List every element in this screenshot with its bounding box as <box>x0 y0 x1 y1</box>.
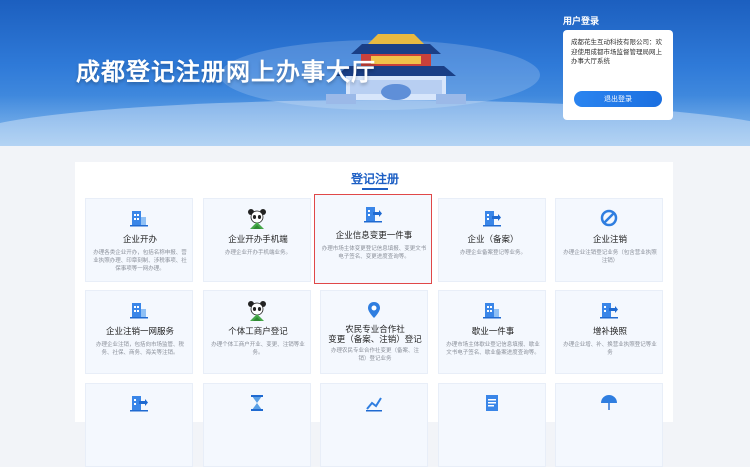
service-card-description: 办理市场主体歇业登记信息填报、歇业文书电子签名、歇业备案进度查询等。 <box>446 342 540 356</box>
building-icon <box>439 300 545 322</box>
login-box: 成都花生互动科技有限公司：欢迎使用成都市场监督管理局网上办事大厅系统 退出登录 <box>563 30 673 120</box>
service-card[interactable] <box>555 383 663 467</box>
service-card-description: 办理企业注销，包括向市场监管、税务、社保、商务、海关等注销。 <box>95 342 184 356</box>
welcome-message: 成都花生互动科技有限公司：欢迎使用成都市场监督管理局网上办事大厅系统 <box>571 38 662 65</box>
service-card-title: 农民专业合作社 变更（备案、注销）登记 <box>328 325 422 345</box>
panda-icon <box>204 208 310 230</box>
service-card-description: 办理农民专业合作社变更（备案、注销）登记业务 <box>330 348 419 362</box>
service-card-description: 办理个体工商户开业、变更、注销等业务。 <box>211 342 305 356</box>
hourglass-icon <box>204 393 310 415</box>
service-card-title: 企业（备案） <box>467 235 519 245</box>
service-card-description: 办理企业备案登记等业务。 <box>459 250 526 256</box>
service-card[interactable]: 农民专业合作社 变更（备案、注销）登记办理农民专业合作社变更（备案、注销）登记业… <box>320 290 428 374</box>
service-card-title: 增补换照 <box>592 327 627 337</box>
service-card-title: 企业注销一网服务 <box>105 327 174 337</box>
service-card[interactable]: 企业（备案） 办理企业备案登记等业务。 <box>438 198 546 282</box>
service-card-description: 办理各类企业开办，包括名称申报、营业执照办理、印章刻制、涉税事项、社保事项等一网… <box>93 250 187 272</box>
login-title: 用户登录 <box>563 17 600 27</box>
service-card[interactable]: 企业开办手机端办理企业开办手机端业务。 <box>203 198 311 282</box>
service-card[interactable]: 个体工商户登记办理个体工商户开业、变更、注销等业务。 <box>203 290 311 374</box>
pin-icon <box>321 300 427 322</box>
service-card[interactable]: 歇业一件事办理市场主体歇业登记信息填报、歇业文书电子签名、歇业备案进度查询等。 <box>438 290 546 374</box>
service-card[interactable]: 企业信息变更一件事办理市场主体变更登记信息填报、变更文书电子签名、变更进度查询等… <box>314 194 432 284</box>
service-card-title: 企业开办 <box>122 235 157 245</box>
prohibit-icon <box>556 208 662 230</box>
service-card[interactable] <box>203 383 311 467</box>
service-card[interactable]: 企业开办办理各类企业开办，包括名称申报、营业执照办理、印章刻制、涉税事项、社保事… <box>85 198 193 282</box>
service-card[interactable]: 增补换照办理企业增、补、换营业执照登记等业务 <box>555 290 663 374</box>
service-card-description: 办理企业注销登记业务（包含营业执照注销） <box>563 250 657 264</box>
service-card-title: 企业注销 <box>592 235 627 245</box>
building-icon <box>86 208 192 230</box>
service-card-title: 企业开办手机端 <box>228 235 288 245</box>
service-card-title: 歇业一件事 <box>471 327 515 337</box>
page-title: 成都登记注册网上办事大厅 <box>76 58 376 86</box>
service-card-description: 办理企业增、补、换营业执照登记等业务 <box>563 342 657 356</box>
building-icon <box>86 300 192 322</box>
service-card-title: 个体工商户登记 <box>228 327 288 337</box>
logout-button[interactable]: 退出登录 <box>574 91 662 107</box>
building-arrow-icon <box>86 393 192 415</box>
panda-icon <box>204 300 310 322</box>
section-underline <box>362 188 388 190</box>
building-arrow-icon <box>556 300 662 322</box>
service-card-title: 企业信息变更一件事 <box>335 231 413 241</box>
service-card[interactable] <box>438 383 546 467</box>
service-card-description: 办理市场主体变更登记信息填报、变更文书电子签名、变更进度查询等。 <box>321 246 427 260</box>
service-card-description: 办理企业开办手机端业务。 <box>224 250 291 256</box>
service-card[interactable] <box>85 383 193 467</box>
chart-icon <box>321 393 427 415</box>
document-icon <box>439 393 545 415</box>
building-arrow-icon <box>439 208 545 230</box>
section-title: 登记注册 <box>350 172 399 186</box>
building-arrow-icon <box>315 204 431 226</box>
service-card[interactable]: 企业注销办理企业注销登记业务（包含营业执照注销） <box>555 198 663 282</box>
service-card[interactable]: 企业注销一网服务办理企业注销，包括向市场监管、税务、社保、商务、海关等注销。 <box>85 290 193 374</box>
umbrella-icon <box>556 393 662 415</box>
service-card[interactable] <box>320 383 428 467</box>
login-panel: 用户登录 成都花生互动科技有限公司：欢迎使用成都市场监督管理局网上办事大厅系统 … <box>563 14 673 120</box>
